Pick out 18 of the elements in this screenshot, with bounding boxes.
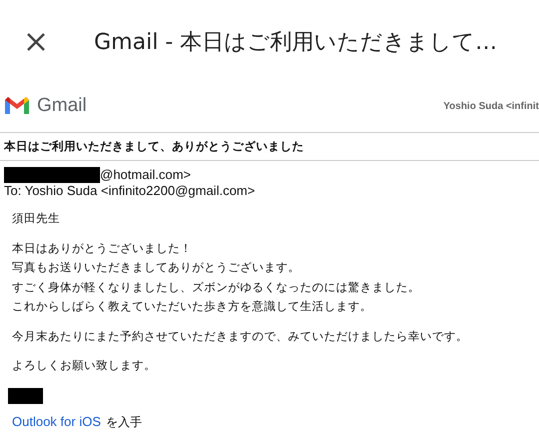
body-text: 本日はありがとうございました！ (12, 240, 193, 256)
sender-name: Yoshio Suda <infinit (443, 100, 539, 112)
body-text: 須田先生 (12, 210, 61, 227)
email-subject: 本日はご利用いただきまして、ありがとうございました (0, 132, 539, 161)
close-icon[interactable] (26, 32, 46, 52)
footer-text: を入手 (106, 414, 142, 430)
app-link[interactable]: Outlook for iOS (12, 414, 101, 430)
body-text: 写真もお送りいただきましてありがとうございます。 (12, 259, 301, 276)
sender-address: @hotmail.com> (100, 167, 191, 183)
mail-logo-icon (4, 96, 30, 116)
body-text: よろしくお願い致します。 (12, 357, 157, 374)
brand-name: Gmail (37, 95, 87, 117)
window-title: Gmail - 本日はご利用いただきまして… (94, 29, 498, 57)
body-text: これからしばらく教えていただいた歩き方を意識して生活します。 (12, 298, 373, 315)
redaction-bar (8, 388, 43, 404)
body-text: 今月末あたりにまた予約させていただきますので、みていただけましたら幸いです。 (12, 328, 469, 344)
body-text: すごく身体が軽くなりましたし、ズボンがゆるくなったのには驚きました。 (12, 278, 421, 296)
recipient-line: To: Yoshio Suda <infinito2200@gmail.com> (4, 183, 256, 199)
